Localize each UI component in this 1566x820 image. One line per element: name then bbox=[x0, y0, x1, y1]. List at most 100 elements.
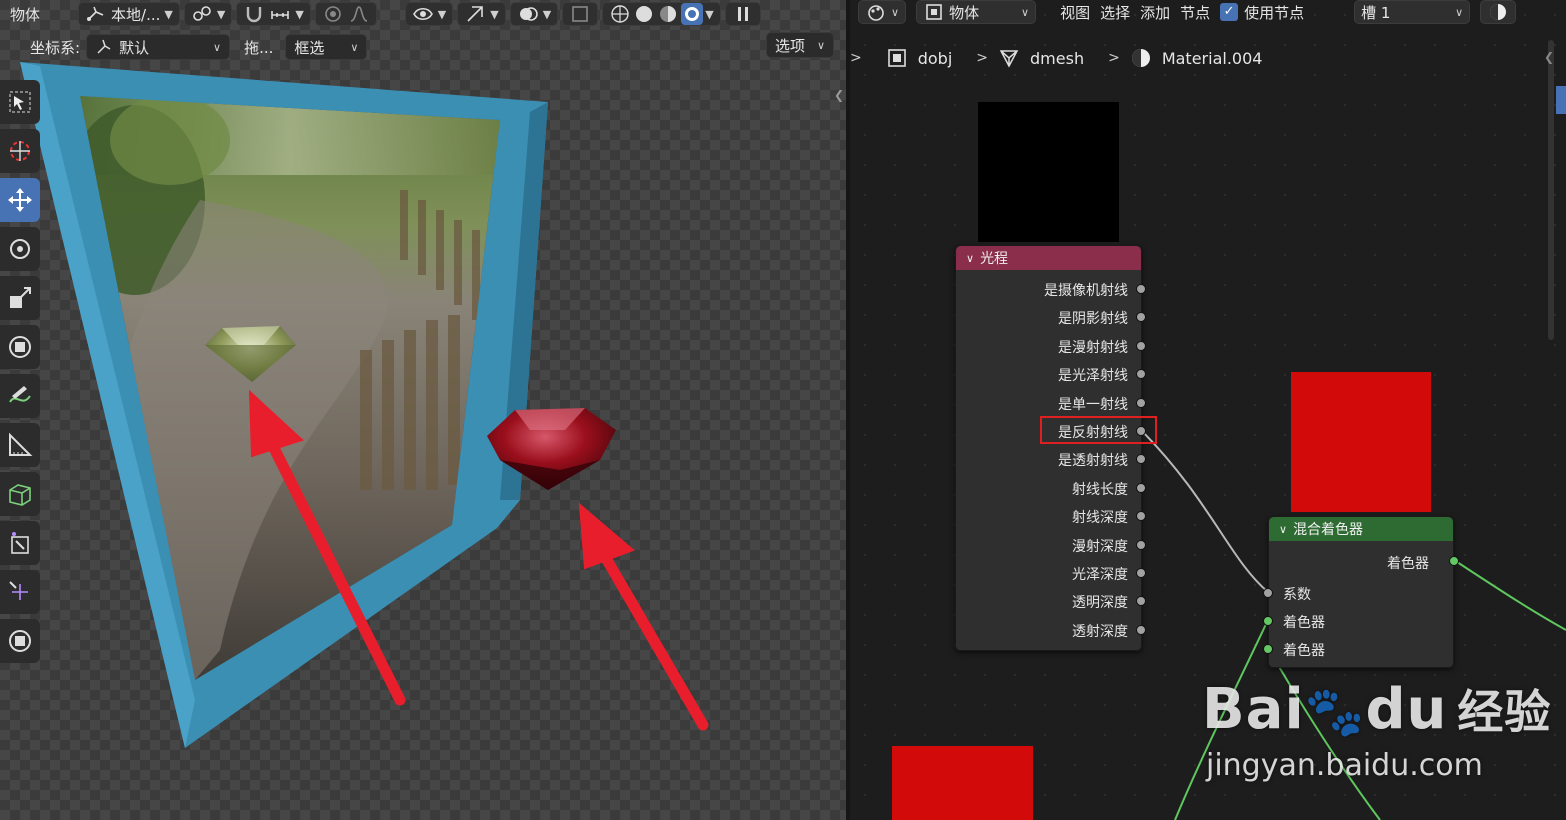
options-dropdown[interactable]: 选项 ∨ bbox=[766, 32, 834, 58]
drag-label[interactable]: 拖... bbox=[244, 37, 273, 58]
watermark-brand: Bai bbox=[1202, 677, 1305, 742]
chevron-down-icon[interactable]: ∨ bbox=[966, 252, 974, 265]
tool-shelf bbox=[0, 80, 42, 668]
light-path-output-label: 是阴影射线 bbox=[1058, 311, 1128, 328]
light-path-output-label: 是漫射射线 bbox=[1058, 339, 1128, 356]
transform-orientation-icon bbox=[87, 6, 104, 21]
3d-viewport[interactable]: 物体 本地/... ▼ ▼ ▼ ▼ ▼ ▼ ▼ 坐标系: 默认 ∨ 拖... 框… bbox=[0, 0, 846, 820]
mix-output-socket[interactable] bbox=[1449, 556, 1459, 566]
tool-cursor[interactable] bbox=[0, 129, 40, 173]
mix-output-label: 着色器 bbox=[1387, 556, 1429, 572]
mix-shader-title: 混合着色器 bbox=[1293, 522, 1364, 538]
tool-measure[interactable] bbox=[0, 423, 40, 467]
tool-scale[interactable] bbox=[0, 276, 40, 320]
scale-icon bbox=[10, 287, 31, 308]
wireframe-shading-icon[interactable] bbox=[609, 3, 631, 25]
tool-transform[interactable] bbox=[0, 325, 40, 369]
scene-render bbox=[20, 62, 709, 748]
shrink-icon bbox=[9, 581, 28, 600]
light-path-output-socket[interactable] bbox=[1136, 539, 1146, 550]
rendered-shading-icon[interactable] bbox=[681, 3, 704, 25]
coord-system-dropdown[interactable]: 默认 ∨ bbox=[86, 34, 231, 60]
light-path-output-label: 透射深度 bbox=[1072, 623, 1128, 640]
select-mode-dropdown[interactable]: 框选 ∨ bbox=[285, 34, 368, 60]
chevron-down-icon: ∨ bbox=[213, 40, 222, 54]
orientation-value: 本地/... bbox=[111, 5, 161, 24]
mix-input-factor-socket[interactable] bbox=[1263, 588, 1273, 598]
tool-extrude[interactable] bbox=[0, 521, 40, 565]
mix-shader-header[interactable]: ∨ 混合着色器 bbox=[1269, 517, 1453, 541]
solid-shading-icon[interactable] bbox=[633, 3, 655, 25]
light-path-title: 光程 bbox=[980, 251, 1009, 267]
light-path-output-label: 是光泽射线 bbox=[1058, 368, 1128, 385]
proportional-edit[interactable] bbox=[314, 2, 377, 26]
options-label: 选项 bbox=[775, 36, 806, 55]
eye-icon bbox=[412, 7, 433, 21]
chevron-down-icon: ▼ bbox=[164, 7, 173, 21]
light-path-output-label: 漫射深度 bbox=[1072, 538, 1128, 555]
light-path-output-label: 射线长度 bbox=[1072, 481, 1128, 498]
chevron-down-icon[interactable]: ∨ bbox=[1279, 523, 1287, 536]
light-path-output-label: 射线深度 bbox=[1072, 510, 1128, 527]
light-path-output-socket[interactable] bbox=[1136, 397, 1146, 408]
sidebar-collapse-icon[interactable]: ❮ bbox=[834, 88, 844, 102]
xray-icon bbox=[572, 6, 588, 22]
axes-icon bbox=[97, 39, 111, 54]
light-path-output-label: 透明深度 bbox=[1072, 595, 1128, 612]
pivot-dropdown[interactable]: ▼ bbox=[183, 2, 233, 26]
chevron-down-icon: ▼ bbox=[437, 7, 447, 21]
light-path-output-socket[interactable] bbox=[1136, 426, 1146, 436]
light-path-output-socket[interactable] bbox=[1136, 624, 1146, 635]
visibility-dropdown[interactable]: ▼ bbox=[404, 2, 454, 26]
mode-label[interactable]: 物体 bbox=[10, 4, 40, 25]
tool-add-cube[interactable] bbox=[0, 472, 40, 516]
watermark-brand2: du bbox=[1365, 677, 1448, 742]
chevron-down-icon: ∨ bbox=[816, 38, 825, 52]
mix-input-shader2-socket[interactable] bbox=[1263, 644, 1273, 654]
transform-2-icon bbox=[9, 630, 31, 652]
gizmo-icon bbox=[467, 6, 484, 22]
transform-icon bbox=[9, 336, 31, 358]
light-path-output-label: 是摄像机射线 bbox=[1044, 283, 1128, 299]
tool-move[interactable] bbox=[0, 178, 40, 222]
snap-toggle[interactable]: ▼ bbox=[236, 2, 311, 26]
chevron-down-icon: ▼ bbox=[490, 7, 499, 21]
light-path-output-label: 是透射射线 bbox=[1058, 453, 1128, 470]
select-box-icon bbox=[9, 91, 31, 113]
light-path-output-socket[interactable] bbox=[1136, 340, 1146, 351]
pivot-icon bbox=[193, 6, 211, 21]
light-path-output-socket[interactable] bbox=[1136, 284, 1146, 294]
mix-shader-node[interactable]: ∨ 混合着色器 着色器 系数 着色器 着色器 bbox=[1263, 516, 1459, 668]
pause-render-button[interactable] bbox=[724, 2, 761, 26]
paw-icon: 🐾 bbox=[1304, 684, 1366, 740]
xray-toggle[interactable] bbox=[562, 2, 599, 26]
overlay-dropdown[interactable]: ▼ bbox=[509, 2, 559, 26]
light-path-output-socket[interactable] bbox=[1136, 482, 1146, 493]
baidu-watermark: Bai🐾du 经验 bbox=[1202, 676, 1551, 742]
mix-input-shader1-socket[interactable] bbox=[1263, 616, 1273, 626]
light-path-output-label: 是单一射线 bbox=[1058, 396, 1128, 413]
tool-transform-2[interactable] bbox=[0, 619, 40, 663]
viewport-header: 物体 本地/... ▼ ▼ ▼ ▼ ▼ ▼ ▼ bbox=[0, 0, 846, 28]
shading-mode-group[interactable]: ▼ bbox=[602, 2, 721, 26]
shader-node-editor[interactable]: ∨ 物体 ∨ 视图 选择 添加 节点 ✓ 使用节点 槽 1 ∨ > dobj >… bbox=[850, 0, 1566, 820]
light-path-output-socket[interactable] bbox=[1136, 568, 1146, 578]
blender-window: 物体 本地/... ▼ ▼ ▼ ▼ ▼ ▼ ▼ 坐标系: 默认 ∨ 拖... 框… bbox=[0, 0, 1566, 820]
tool-settings-bar: 坐标系: 默认 ∨ 拖... 框选 ∨ bbox=[0, 32, 846, 62]
snap-increment-icon bbox=[271, 11, 290, 19]
annotate-icon bbox=[9, 386, 31, 403]
falloff-icon bbox=[350, 6, 368, 22]
material-shading-icon[interactable] bbox=[657, 3, 679, 25]
mix-input-factor-label: 系数 bbox=[1283, 587, 1311, 603]
watermark-cn: 经验 bbox=[1457, 685, 1552, 739]
tool-select-box[interactable] bbox=[0, 80, 40, 124]
tool-annotate[interactable] bbox=[0, 374, 40, 418]
tool-shrink[interactable] bbox=[0, 570, 40, 614]
orientation-dropdown[interactable]: 本地/... ▼ bbox=[78, 2, 180, 26]
light-path-header[interactable]: ∨ 光程 bbox=[956, 246, 1141, 270]
light-path-node[interactable]: ∨ 光程 bbox=[955, 245, 1142, 651]
gizmo-dropdown[interactable]: ▼ bbox=[457, 2, 506, 26]
light-path-output-label: 光泽深度 bbox=[1072, 567, 1128, 583]
tool-rotate[interactable] bbox=[0, 227, 40, 271]
proportional-edit-icon bbox=[324, 6, 341, 22]
